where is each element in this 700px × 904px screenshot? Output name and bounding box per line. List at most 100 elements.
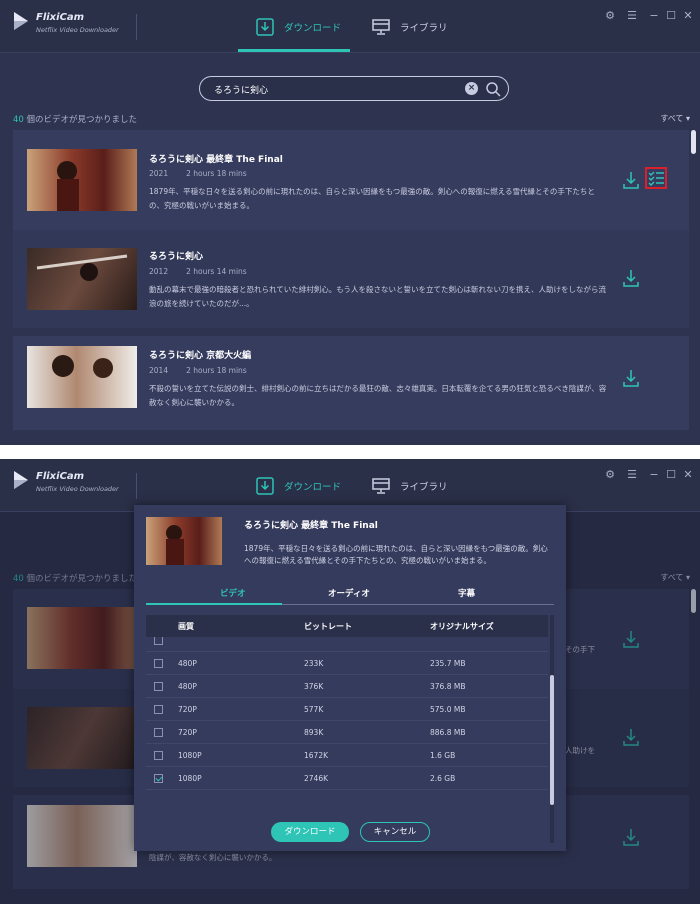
minimize-icon[interactable]: − [647, 8, 661, 22]
cell-bitrate: 893K [304, 728, 324, 737]
tab-audio[interactable]: オーディオ [328, 587, 370, 599]
maximize-icon[interactable]: ☐ [664, 8, 678, 22]
download-icon[interactable] [621, 170, 641, 190]
table-row[interactable]: 720P 577K 575.0 MB [146, 698, 548, 721]
video-description: 不殺の誓いを立てた伝説の剣士、緋村剣心の前に立ちはだかる最狂の敵、志々雄真実。日… [149, 384, 607, 407]
cell-quality: 480P [178, 682, 197, 691]
table-scrollbar[interactable] [550, 615, 554, 843]
row-checkbox[interactable] [154, 705, 163, 714]
divider [136, 473, 137, 499]
monitor-icon [372, 19, 390, 35]
table-row[interactable]: 1080P 2746K 2.6 GB [146, 767, 548, 790]
video-meta: 2014 2 hours 18 mins [149, 366, 247, 375]
table-row[interactable]: 480P 233K 235.7 MB [146, 652, 548, 675]
app-subtitle: Netflix Video Downloader [36, 485, 119, 493]
video-meta: 2012 2 hours 14 mins [149, 267, 247, 276]
download-tab-icon [256, 18, 274, 36]
cell-bitrate: 2746K [304, 774, 329, 783]
divider [136, 14, 137, 40]
cell-bitrate: 233K [304, 659, 324, 668]
scrollbar-thumb[interactable] [550, 675, 554, 805]
list-item[interactable]: るろうに剣心 京都大火編 2014 2 hours 18 mins 不殺の誓いを立… [13, 336, 689, 430]
main-window: FlixiCam Netflix Video Downloader ダウンロード… [0, 0, 700, 445]
title-bar: FlixiCam Netflix Video Downloader ダウンロード… [0, 0, 700, 53]
column-bitrate: ビットレート [304, 622, 352, 631]
menu-icon[interactable]: ☰ [625, 8, 639, 22]
result-count: 40 個のビデオが見つかりました [13, 115, 138, 125]
download-icon[interactable] [621, 368, 641, 388]
download-icon[interactable] [621, 268, 641, 288]
app-name: FlixiCam [36, 471, 85, 482]
table-row[interactable]: 480P 376K 376.8 MB [146, 675, 548, 698]
close-icon[interactable]: ✕ [681, 8, 695, 22]
cell-size: 235.7 MB [430, 659, 466, 668]
row-checkbox[interactable] [154, 659, 163, 668]
column-size: オリジナルサイズ [430, 622, 494, 631]
tab-download[interactable]: ダウンロード [256, 477, 341, 495]
app-logo-icon [14, 471, 28, 489]
tab-video[interactable]: ビデオ [220, 587, 246, 599]
close-icon[interactable]: ✕ [681, 467, 695, 481]
cell-bitrate: 376K [304, 682, 324, 691]
cell-bitrate: 1672K [304, 751, 329, 760]
table-row[interactable]: 1080P 1672K 1.6 GB [146, 744, 548, 767]
download-button[interactable]: ダウンロード [271, 822, 349, 842]
row-checkbox[interactable] [154, 774, 163, 783]
gear-icon[interactable]: ⚙ [603, 467, 617, 481]
search-icon[interactable] [485, 81, 501, 97]
cell-bitrate: 577K [304, 705, 324, 714]
menu-icon[interactable]: ☰ [625, 467, 639, 481]
list-item[interactable]: るろうに剣心 最終章 The Final 2021 2 hours 18 mins… [13, 130, 689, 230]
scrollbar[interactable] [691, 130, 696, 154]
table-row[interactable]: 720P 893K 886.8 MB [146, 721, 548, 744]
video-list: るろうに剣心 最終章 The Final 2021 2 hours 18 mins… [13, 130, 689, 430]
cell-size: 886.8 MB [430, 728, 466, 737]
video-thumbnail [27, 346, 137, 408]
tab-library[interactable]: ライブラリ [372, 477, 448, 495]
table-header: 画質 ビットレート オリジナルサイズ [146, 615, 548, 637]
cell-quality: 720P [178, 705, 197, 714]
download-options-dialog: るろうに剣心 最終章 The Final 1879年、平穏な日々を送る剣心の前に… [134, 505, 566, 851]
tab-library-label: ライブラリ [400, 23, 448, 34]
filter-dropdown[interactable]: すべて ▾ [660, 113, 690, 124]
dialog-description: 1879年、平穏な日々を送る剣心の前に現れたのは、自らと深い因縁をもつ最強の敵。… [244, 544, 548, 565]
tab-subtitles[interactable]: 字幕 [458, 587, 475, 599]
row-checkbox[interactable] [154, 728, 163, 737]
dialog-thumbnail [146, 517, 222, 565]
app-subtitle: Netflix Video Downloader [36, 26, 119, 34]
tab-library[interactable]: ライブラリ [372, 18, 448, 36]
active-tab-underline [238, 49, 350, 52]
search-query: るろうに剣心 [214, 86, 269, 96]
tab-download[interactable]: ダウンロード [256, 18, 341, 36]
row-checkbox[interactable] [154, 637, 163, 645]
video-description: 1879年、平穏な日々を送る剣心の前に現れたのは、自らと深い因縁をもつ最強の敵。… [149, 187, 595, 210]
cell-size: 376.8 MB [430, 682, 466, 691]
gear-icon[interactable]: ⚙ [603, 8, 617, 22]
video-meta: 2021 2 hours 18 mins [149, 169, 247, 178]
row-checkbox[interactable] [154, 751, 163, 760]
cell-size: 575.0 MB [430, 705, 466, 714]
row-checkbox[interactable] [154, 682, 163, 691]
advanced-download-button[interactable] [645, 167, 667, 189]
video-description: 動乱の幕末で最強の暗殺者と恐れられていた緋村剣心。もう人を殺さないと誓いを立てた… [149, 285, 607, 308]
active-tab-underline [146, 603, 282, 605]
cell-quality: 480P [178, 659, 197, 668]
tab-download-label: ダウンロード [284, 482, 342, 493]
search-input[interactable]: るろうに剣心 × [199, 76, 509, 101]
list-item[interactable]: るろうに剣心 2012 2 hours 14 mins 動乱の幕末で最強の暗殺者と… [13, 230, 689, 328]
monitor-icon [372, 478, 390, 494]
tab-library-label: ライブラリ [400, 482, 448, 493]
app-name: FlixiCam [36, 12, 85, 23]
cancel-button[interactable]: キャンセル [360, 822, 430, 842]
app-logo-icon [14, 12, 28, 30]
cell-size: 2.6 GB [430, 774, 456, 783]
cell-quality: 1080P [178, 774, 202, 783]
table-row[interactable] [146, 637, 548, 652]
checklist-icon [648, 171, 664, 186]
minimize-icon[interactable]: − [647, 467, 661, 481]
maximize-icon[interactable]: ☐ [664, 467, 678, 481]
video-title: るろうに剣心 [149, 252, 204, 262]
video-thumbnail [27, 248, 137, 310]
clear-icon[interactable]: × [465, 82, 478, 95]
dialog-title: るろうに剣心 最終章 The Final [244, 521, 378, 531]
